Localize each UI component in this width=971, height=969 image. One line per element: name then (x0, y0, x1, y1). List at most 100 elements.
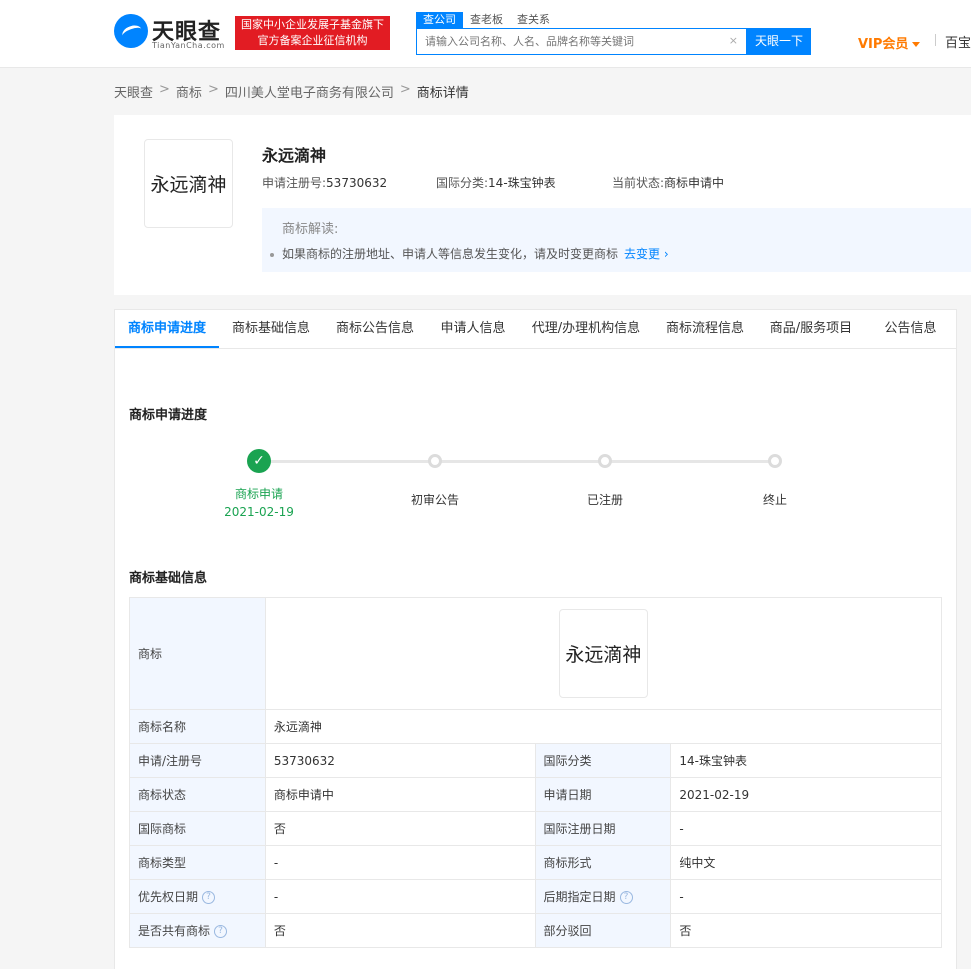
table-value: 永远滴神 (264, 597, 943, 710)
help-icon[interactable]: ? (202, 891, 216, 904)
table-key-label: 后期指定日期 (543, 890, 616, 904)
table-value: 否 (264, 913, 536, 948)
tab-agency-info[interactable]: 代理/办理机构信息 (519, 310, 653, 348)
tab-content: 商标申请进度 ✓ 商标申请 2021-02-19 初审公告 已注册 终止 商标基… (114, 349, 957, 969)
table-key: 部分驳回 (534, 913, 672, 948)
table-row: 商标名称 永远滴神 (129, 709, 943, 744)
tab-announcement-info[interactable]: 商标公告信息 (323, 310, 427, 348)
detail-tabs: 商标申请进度 商标基础信息 商标公告信息 申请人信息 代理/办理机构信息 商标流… (114, 309, 957, 349)
progress-step-date: 2021-02-19 (224, 505, 294, 519)
basic-info-table: 商标 永远滴神 商标名称 永远滴神 申请/注册号 53730632 国际分类 1… (129, 597, 943, 948)
tip-title: 商标解读: (282, 222, 339, 237)
progress-section-title: 商标申请进度 (129, 408, 208, 423)
search-tab-boss[interactable]: 查老板 (463, 12, 510, 28)
trademark-image: 永远滴神 (558, 609, 648, 698)
trademark-summary-card: 永远滴神 永远滴神 申请注册号:53730632 国际分类:14-珠宝钟表 当前… (114, 115, 971, 295)
top-header: 天眼查 TianYanCha.com 国家中小企业发展子基金旗下 官方备案企业征… (0, 0, 971, 68)
progress-timeline: ✓ 商标申请 2021-02-19 初审公告 已注册 终止 (115, 449, 958, 529)
table-value: 商标申请中 (264, 777, 536, 812)
table-row: 申请/注册号 53730632 国际分类 14-珠宝钟表 (129, 743, 942, 778)
bullet-icon (270, 252, 274, 257)
help-icon[interactable]: ? (214, 925, 228, 938)
table-row: 国际商标 否 国际注册日期 - (129, 811, 942, 846)
chevron-right-icon: › (663, 247, 669, 261)
tip-line: 如果商标的注册地址、申请人等信息发生变化，请及时变更商标 去变更 › (270, 245, 951, 262)
table-value: 否 (670, 913, 942, 948)
badge-line-1: 国家中小企业发展子基金旗下 (241, 18, 384, 31)
progress-step-label: 初审公告 (410, 493, 459, 507)
tab-process-info[interactable]: 商标流程信息 (653, 310, 757, 348)
trademark-name: 永远滴神 (262, 146, 327, 165)
progress-step-label: 终止 (762, 493, 787, 507)
progress-track (261, 460, 775, 463)
status-label: 当前状态: (612, 176, 665, 190)
table-key-label: 是否共有商标 (138, 924, 211, 938)
status-value: 商标申请中 (664, 176, 725, 190)
table-key-label: 优先权日期 (138, 890, 199, 904)
reg-no-label: 申请注册号: (262, 176, 327, 190)
tab-goods-services[interactable]: 商品/服务项目 (757, 310, 865, 348)
change-link-label: 去变更 (624, 247, 661, 261)
breadcrumb-home[interactable]: 天眼查 (114, 82, 153, 101)
breadcrumb-separator-icon: > (159, 82, 170, 97)
tab-notice-info[interactable]: 公告信息 (865, 310, 956, 348)
table-value: 14-珠宝钟表 (670, 743, 942, 778)
tip-text: 如果商标的注册地址、申请人等信息发生变化，请及时变更商标 (282, 247, 619, 261)
table-row: 优先权日期? - 后期指定日期? - (129, 879, 942, 914)
reg-no-value: 53730632 (326, 176, 388, 190)
intl-class-label: 国际分类: (436, 176, 489, 190)
search-input[interactable] (417, 29, 717, 54)
table-value: 纯中文 (670, 845, 942, 880)
clear-icon[interactable]: × (729, 34, 738, 47)
breadcrumb-separator-icon: > (207, 82, 219, 97)
progress-step-label: 已注册 (586, 493, 623, 507)
site-logo[interactable]: 天眼查 TianYanCha.com (114, 14, 232, 52)
reg-no-field: 申请注册号:53730632 (262, 174, 387, 191)
breadcrumb-separator-icon: > (399, 82, 411, 97)
table-row: 商标状态 商标申请中 申请日期 2021-02-19 (129, 777, 942, 812)
check-circle-icon: ✓ (247, 449, 271, 473)
progress-step-label: 商标申请 (234, 487, 283, 501)
status-field: 当前状态:商标申请中 (612, 174, 724, 191)
tab-apply-progress[interactable]: 商标申请进度 (115, 310, 219, 348)
breadcrumb: 天眼查 > 商标 > 四川美人堂电子商务有限公司 > 商标详情 (114, 82, 469, 101)
help-icon[interactable]: ? (619, 891, 633, 904)
table-row: 商标类型 - 商标形式 纯中文 (129, 845, 942, 880)
trademark-tip-box: 商标解读: 如果商标的注册地址、申请人等信息发生变化，请及时变更商标 去变更 › (262, 208, 971, 272)
table-key: 商标形式 (534, 845, 672, 880)
table-value: - (264, 879, 536, 914)
search-box: × (416, 28, 747, 55)
caret-down-icon (912, 42, 921, 47)
search-type-tabs: 查公司 查老板 查关系 (416, 12, 557, 28)
badge-line-2: 官方备案企业征信机构 (257, 34, 368, 47)
table-row: 商标 永远滴神 (129, 597, 943, 710)
search-tab-relation[interactable]: 查关系 (510, 12, 557, 28)
header-more-link[interactable]: 百宝 (945, 32, 971, 51)
table-value: 永远滴神 (264, 709, 943, 744)
intl-class-field: 国际分类:14-珠宝钟表 (436, 174, 556, 191)
table-key: 是否共有商标? (129, 913, 266, 948)
search-button[interactable]: 天眼一下 (747, 28, 811, 55)
search-tab-company[interactable]: 查公司 (416, 12, 463, 28)
table-key: 优先权日期? (129, 879, 266, 914)
table-value: - (670, 879, 942, 914)
vip-label: VIP会员 (858, 37, 909, 52)
breadcrumb-current: 商标详情 (416, 86, 469, 101)
pending-dot-icon (768, 454, 782, 468)
table-value: - (670, 811, 942, 846)
breadcrumb-trademark[interactable]: 商标 (176, 82, 202, 101)
pending-dot-icon (598, 454, 612, 468)
table-value: 53730632 (264, 743, 536, 778)
table-key: 商标名称 (129, 709, 266, 744)
credential-badge: 国家中小企业发展子基金旗下 官方备案企业征信机构 (235, 16, 390, 50)
header-divider (935, 34, 936, 46)
vip-menu[interactable]: VIP会员 (858, 33, 921, 52)
tab-basic-info[interactable]: 商标基础信息 (219, 310, 323, 348)
table-key: 商标状态 (129, 777, 266, 812)
change-link[interactable]: 去变更 › (624, 247, 669, 261)
trademark-image: 永远滴神 (144, 139, 233, 228)
table-key: 国际商标 (129, 811, 266, 846)
tab-applicant-info[interactable]: 申请人信息 (427, 310, 519, 348)
breadcrumb-company[interactable]: 四川美人堂电子商务有限公司 (225, 82, 394, 101)
table-key: 国际注册日期 (534, 811, 672, 846)
